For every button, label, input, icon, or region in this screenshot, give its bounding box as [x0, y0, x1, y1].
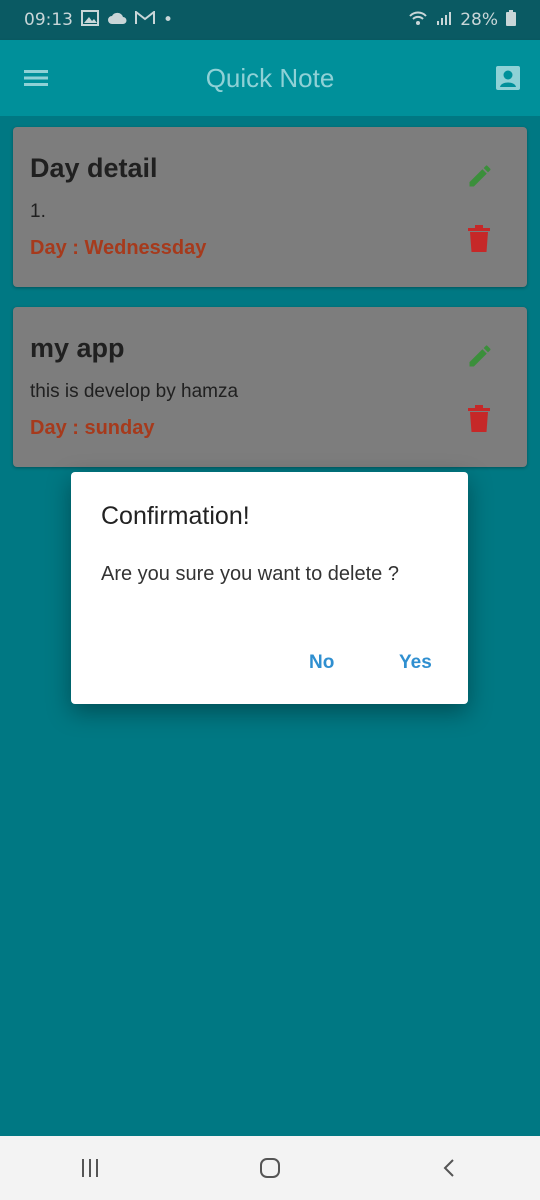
account-box-icon[interactable]: [494, 64, 522, 92]
note-day: Day : sunday: [30, 417, 155, 439]
dialog-message: Are you sure you want to delete ?: [101, 563, 399, 585]
back-icon[interactable]: [430, 1148, 470, 1188]
confirmation-dialog: Confirmation! Are you sure you want to d…: [71, 472, 468, 704]
delete-icon[interactable]: [468, 405, 490, 433]
app-bar: Quick Note: [0, 40, 540, 116]
edit-icon[interactable]: [466, 162, 494, 190]
note-body: 1.: [30, 201, 46, 222]
yes-button[interactable]: Yes: [393, 648, 438, 678]
note-title: my app: [30, 333, 125, 363]
image-icon: [81, 9, 99, 31]
note-title: Day detail: [30, 153, 158, 183]
system-nav-bar: [0, 1136, 540, 1200]
recent-apps-icon[interactable]: [70, 1148, 110, 1188]
wifi-icon: [408, 10, 428, 31]
dialog-title: Confirmation!: [101, 502, 250, 530]
no-button[interactable]: No: [303, 648, 340, 678]
home-icon[interactable]: [250, 1148, 290, 1188]
delete-icon[interactable]: [468, 225, 490, 253]
signal-icon: [436, 10, 452, 31]
app-title: Quick Note: [205, 62, 335, 93]
battery-icon: [506, 9, 516, 31]
note-card[interactable]: my app this is develop by hamza Day : su…: [13, 307, 527, 467]
status-bar: 09:13 • 28%: [0, 0, 540, 40]
status-dot: •: [163, 10, 174, 30]
note-card[interactable]: Day detail 1. Day : Wednessday: [13, 127, 527, 287]
menu-icon[interactable]: [22, 64, 50, 92]
battery-percent: 28%: [460, 10, 498, 30]
gmail-icon: [135, 9, 155, 30]
cloud-icon: [107, 10, 127, 30]
note-day: Day : Wednessday: [30, 237, 207, 259]
note-body: this is develop by hamza: [30, 381, 239, 402]
status-time: 09:13: [24, 10, 73, 30]
edit-icon[interactable]: [466, 342, 494, 370]
